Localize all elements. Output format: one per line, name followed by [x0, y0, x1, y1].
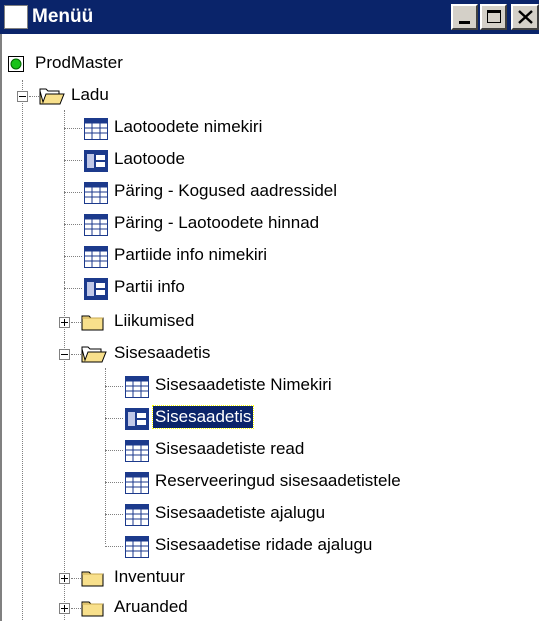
- tree-item-label: Partiide info nimekiri: [114, 245, 268, 264]
- tree-connector: [64, 256, 82, 257]
- tree-item-label: Inventuur: [114, 567, 185, 586]
- tree-connector: [71, 354, 81, 355]
- tree-connector: [105, 386, 123, 387]
- tree-item-label: Päring - Kogused aadressidel: [114, 181, 338, 200]
- green-circle-icon: [8, 56, 24, 72]
- grid-icon: [84, 214, 108, 236]
- tree-item-ladu[interactable]: Ladu: [0, 80, 539, 112]
- menu-window: Menüü ProdMaster Ladu Laotoodete nimekir…: [0, 0, 539, 621]
- tree-connector: [64, 288, 82, 289]
- tree-item-reserveeringud[interactable]: Reserveeringud sisesaadetistele: [0, 466, 539, 498]
- tree-item-sisesaadetise-ridade-ajalugu[interactable]: Sisesaadetise ridade ajalugu: [0, 530, 539, 562]
- tree-item-sisesaadetiste-ajalugu[interactable]: Sisesaadetiste ajalugu: [0, 498, 539, 530]
- tree-item-label: Liikumised: [114, 311, 195, 330]
- tree-connector: [64, 224, 82, 225]
- tree-item-paring-kogused[interactable]: Päring - Kogused aadressidel: [0, 176, 539, 208]
- form-icon: [125, 408, 149, 430]
- tree-item-paring-hinnad[interactable]: Päring - Laotoodete hinnad: [0, 208, 539, 240]
- folder-icon: [81, 315, 104, 331]
- folder-icon: [81, 571, 104, 587]
- tree-item-label: Reserveeringud sisesaadetistele: [155, 471, 401, 490]
- tree-item-sisesaadetis[interactable]: Sisesaadetis: [0, 402, 539, 434]
- tree-connector: [71, 608, 81, 609]
- tree-connector: [64, 128, 82, 129]
- tree-item-label: Sisesaadetiste read: [155, 439, 305, 458]
- close-icon: [518, 10, 533, 24]
- window-app-icon: [4, 5, 28, 29]
- tree-item-label: Ladu: [71, 85, 109, 104]
- tree-item-sisesaadetiste-read[interactable]: Sisesaadetiste read: [0, 434, 539, 466]
- tree-connector: [105, 418, 123, 419]
- folder-icon: [81, 601, 104, 617]
- tree-item-label: Laotoode: [114, 149, 185, 168]
- grid-icon: [125, 504, 149, 526]
- tree-item-aruanded[interactable]: Aruanded: [0, 592, 539, 621]
- tree-item-label: Sisesaadetise ridade ajalugu: [155, 535, 373, 554]
- tree-item-prodmaster[interactable]: ProdMaster: [0, 48, 539, 80]
- tree-item-sisesaadetis-folder[interactable]: Sisesaadetis: [0, 338, 539, 370]
- tree-item-inventuur[interactable]: Inventuur: [0, 562, 539, 594]
- tree-item-label: Päring - Laotoodete hinnad: [114, 213, 320, 232]
- open-folder-icon: [39, 88, 65, 105]
- tree-item-partiide-info-nimekiri[interactable]: Partiide info nimekiri: [0, 240, 539, 272]
- tree-item-label-selected: Sisesaadetis: [151, 405, 255, 429]
- expand-icon[interactable]: [59, 573, 70, 584]
- grid-icon: [125, 440, 149, 462]
- tree-connector: [64, 192, 82, 193]
- form-icon: [84, 150, 108, 172]
- tree-item-partii-info[interactable]: Partii info: [0, 272, 539, 304]
- grid-icon: [125, 536, 149, 558]
- tree-item-label: ProdMaster: [35, 53, 123, 72]
- tree-item-label: Aruanded: [114, 597, 188, 616]
- expand-icon[interactable]: [59, 603, 70, 614]
- maximize-icon: [487, 10, 501, 23]
- maximize-button[interactable]: [480, 4, 507, 30]
- tree-connector: [71, 578, 81, 579]
- tree-connector: [29, 96, 39, 97]
- grid-icon: [84, 182, 108, 204]
- tree-item-sisesaadetiste-nimekiri[interactable]: Sisesaadetiste Nimekiri: [0, 370, 539, 402]
- grid-icon: [125, 472, 149, 494]
- tree-connector: [105, 546, 123, 547]
- minimize-button[interactable]: [451, 4, 478, 30]
- tree-item-liikumised[interactable]: Liikumised: [0, 306, 539, 338]
- minimize-icon: [459, 21, 470, 24]
- tree-connector: [71, 322, 81, 323]
- open-folder-icon: [81, 346, 107, 363]
- tree-item-laotoode[interactable]: Laotoode: [0, 144, 539, 176]
- grid-icon: [84, 246, 108, 268]
- tree-item-label: Sisesaadetiste Nimekiri: [155, 375, 332, 394]
- title-bar[interactable]: Menüü: [0, 0, 539, 34]
- tree-connector: [64, 160, 82, 161]
- form-icon: [84, 278, 108, 300]
- tree-item-label: Partii info: [114, 277, 185, 296]
- tree-item-label: Sisesaadetiste ajalugu: [155, 503, 326, 522]
- collapse-icon[interactable]: [59, 349, 70, 360]
- tree-item-laotoodete-nimekiri[interactable]: Laotoodete nimekiri: [0, 112, 539, 144]
- tree-connector: [105, 514, 123, 515]
- window-title: Menüü: [32, 6, 94, 27]
- tree-item-label: Laotoodete nimekiri: [114, 117, 263, 136]
- close-button[interactable]: [511, 4, 539, 30]
- grid-icon: [125, 376, 149, 398]
- tree-item-label: Sisesaadetis: [114, 343, 211, 362]
- tree-connector: [105, 450, 123, 451]
- tree-connector: [105, 482, 123, 483]
- collapse-icon[interactable]: [17, 91, 28, 102]
- menu-tree: ProdMaster Ladu Laotoodete nimekiri Laot…: [0, 34, 539, 621]
- expand-icon[interactable]: [59, 317, 70, 328]
- grid-icon: [84, 118, 108, 140]
